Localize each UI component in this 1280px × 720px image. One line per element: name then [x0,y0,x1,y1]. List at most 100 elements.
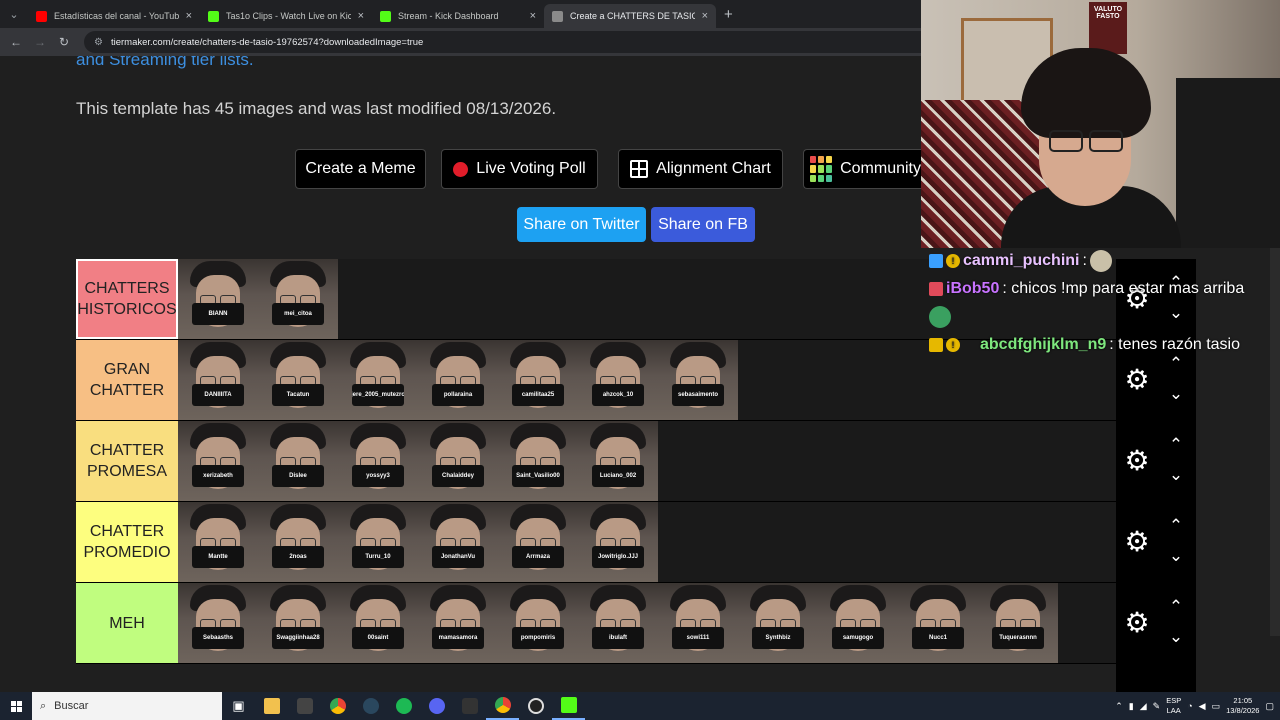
tier-item-image[interactable]: jere_2005_mutezro [338,340,418,420]
tier-item-image[interactable]: DANIIIITA [178,340,258,420]
tier-label[interactable]: CHATTERS HISTORICOS [76,259,178,339]
tier-item-image[interactable]: camilitaa25 [498,340,578,420]
windows-start-icon[interactable] [0,692,32,720]
gear-icon[interactable]: ⚙ [1123,447,1151,475]
tier-item-image[interactable]: sebasaimento [658,340,738,420]
alignment-chart-button[interactable]: Alignment Chart [618,149,783,189]
tier-item-image[interactable]: Nucc1 [898,583,978,663]
tier-item-image[interactable]: mamasamora [418,583,498,663]
tier-item-image[interactable]: JonathanVu [418,502,498,582]
category-link[interactable]: and Streaming tier lists. [76,56,254,70]
discord-icon[interactable] [420,692,453,720]
tier-label[interactable]: CHATTER PROMESA [76,421,178,501]
live-voting-poll-button[interactable]: Live Voting Poll [441,149,598,189]
steam-icon[interactable] [354,692,387,720]
notification-icon[interactable]: ▢ [1265,701,1274,712]
tier-item-image[interactable]: Arrmaza [498,502,578,582]
tab-youtube[interactable]: Estadísticas del canal - YouTube × [28,4,200,28]
capcut-icon[interactable] [453,692,486,720]
chevron-up-icon[interactable]: ⌃ [1164,597,1188,617]
create-meme-button[interactable]: Create a Meme [295,149,426,189]
tier-item-image[interactable]: Chalaiddey [418,421,498,501]
lang-layout: LAA [1166,706,1181,715]
app-icon[interactable] [288,692,321,720]
tier-item-image[interactable]: 2noas [258,502,338,582]
tier-label[interactable]: CHATTER PROMEDIO [76,502,178,582]
site-info-icon[interactable]: ⚙ [94,37,103,48]
page-scrollbar[interactable] [1270,192,1280,636]
tier-item-image[interactable]: Synthbiz [738,583,818,663]
chevron-down-icon[interactable]: ⌄ [1164,546,1188,566]
chevron-down-icon[interactable]: ⌄ [1164,627,1188,647]
gear-icon[interactable]: ⚙ [1123,366,1151,394]
url-field[interactable]: ⚙ tiermaker.com/create/chatters-de-tasio… [84,31,944,53]
chrome-active-icon[interactable] [486,692,519,720]
kick-app-icon[interactable] [552,692,585,720]
tier-item-image[interactable]: Swaggiinhaa28 [258,583,338,663]
gear-icon[interactable]: ⚙ [1123,609,1151,637]
close-icon[interactable]: × [358,10,364,22]
tier-item-image[interactable]: Mantte [178,502,258,582]
tier-item-image[interactable]: 00saint [338,583,418,663]
taskbar-search[interactable]: ⌕ Buscar [32,692,222,720]
share-twitter-button[interactable]: Share on Twitter [517,207,646,242]
tier-item-image[interactable]: Tuquerasnnn [978,583,1058,663]
battery-icon[interactable]: ▭ [1212,701,1221,712]
chrome-icon[interactable] [321,692,354,720]
item-name-tag: pompomiris [512,627,564,649]
item-name-tag: Sebaasths [192,627,244,649]
tier-label[interactable]: MEH [76,583,178,663]
tier-item-image[interactable]: Tacatun [258,340,338,420]
gear-icon[interactable]: ⚙ [1123,528,1151,556]
tier-item-image[interactable]: ibulaft [578,583,658,663]
chevron-up-icon[interactable]: ⌃ [1164,435,1188,455]
tab-search-icon[interactable]: ⌄ [0,0,28,28]
task-view-icon[interactable]: ▣ [222,692,255,720]
chevron-down-icon[interactable]: ⌄ [1164,465,1188,485]
tier-label[interactable]: GRAN CHATTER [76,340,178,420]
tab-tiermaker[interactable]: Create a CHATTERS DE TASIO T × [544,4,716,28]
forward-icon[interactable]: → [28,35,52,49]
tier-item-image[interactable]: yossyy3 [338,421,418,501]
tray-chevron-icon[interactable]: ⌃ [1115,701,1123,712]
tier-item-image[interactable]: mei_citoa [258,259,338,339]
file-explorer-icon[interactable] [255,692,288,720]
wifi-icon[interactable]: ◔ [1187,701,1192,711]
chevron-up-icon[interactable]: ⌃ [1164,516,1188,536]
clock[interactable]: 21:05 13/8/2026 [1226,696,1259,716]
obs-icon[interactable] [519,692,552,720]
close-icon[interactable]: × [530,10,536,22]
tier-item-image[interactable]: samugogo [818,583,898,663]
tier-item-image[interactable]: pollaraina [418,340,498,420]
tier-item-image[interactable]: pompomiris [498,583,578,663]
tier-item-image[interactable]: Dislee [258,421,338,501]
tier-item-image[interactable]: BIANN [178,259,258,339]
tier-item-image[interactable]: Luciano_002 [578,421,658,501]
tier-item-image[interactable]: Turru_10 [338,502,418,582]
speaker-icon[interactable]: ◀ [1199,701,1206,712]
chevron-down-icon[interactable]: ⌄ [1164,384,1188,404]
item-name-tag: DANIIIITA [192,384,244,406]
pen-icon[interactable]: ✎ [1153,701,1161,712]
spotify-icon[interactable] [387,692,420,720]
chat-text: : [1082,252,1087,269]
tier-item-image[interactable]: ahzcok_10 [578,340,658,420]
chat-message: ! abcdfghijklm_n9 : tenes razón tasio [929,336,1240,354]
tier-item-image[interactable]: Saint_Vasilio00 [498,421,578,501]
new-tab-icon[interactable]: + [724,6,733,23]
close-icon[interactable]: × [186,10,192,22]
close-icon[interactable]: × [702,10,708,22]
back-icon[interactable]: ← [4,35,28,49]
tab-kick-clips[interactable]: Tas1o Clips - Watch Live on Kick × [200,4,372,28]
community-button[interactable]: Community [803,149,921,189]
tier-item-image[interactable]: sowi111 [658,583,738,663]
tier-item-image[interactable]: Jowitriglo.JJJ [578,502,658,582]
network-icon[interactable]: ▮ [1129,701,1134,712]
tier-item-image[interactable]: Sebaasths [178,583,258,663]
share-facebook-button[interactable]: Share on FB [651,207,755,242]
volume-icon[interactable]: ◢ [1140,701,1147,712]
language-indicator[interactable]: ESP LAA [1166,696,1181,716]
reload-icon[interactable]: ↻ [52,35,76,49]
tab-kick-dashboard[interactable]: Stream - Kick Dashboard × [372,4,544,28]
tier-item-image[interactable]: xerizabeth [178,421,258,501]
